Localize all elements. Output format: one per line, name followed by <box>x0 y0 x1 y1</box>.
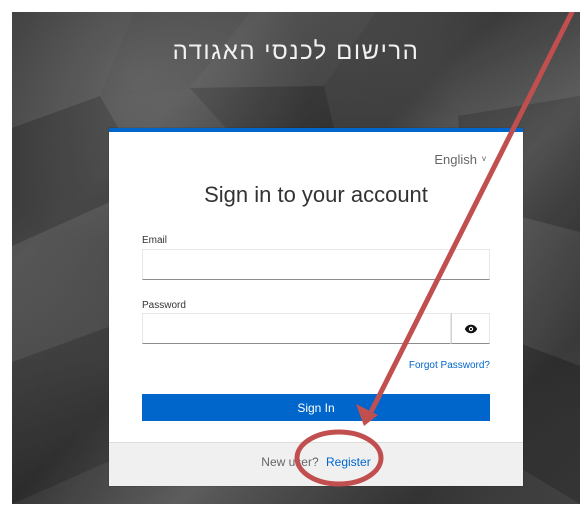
chevron-down-icon: v <box>482 153 486 163</box>
screen: הרישום לכנסי האגודה English v Sign in to… <box>0 0 580 514</box>
language-label: English <box>434 152 477 167</box>
language-selector[interactable]: English v <box>434 152 490 167</box>
login-card: English v Sign in to your account Email … <box>109 128 523 486</box>
new-user-text: New user? <box>261 455 319 469</box>
forgot-password-link[interactable]: Forgot Password? <box>409 360 490 371</box>
page-title: הרישום לכנסי האגודה <box>172 38 420 65</box>
register-link[interactable]: Register <box>326 455 371 469</box>
email-field[interactable] <box>142 249 490 280</box>
registration-footer: New user? Register <box>109 442 523 486</box>
password-label: Password <box>142 300 186 311</box>
password-field[interactable] <box>142 313 451 344</box>
email-label: Email <box>142 235 168 246</box>
login-background: הרישום לכנסי האגודה English v Sign in to… <box>12 12 580 504</box>
password-visibility-toggle[interactable] <box>451 313 490 344</box>
eye-icon <box>464 324 477 333</box>
sign-in-heading: Sign in to your account <box>204 182 428 207</box>
sign-in-button[interactable]: Sign In <box>142 394 490 421</box>
